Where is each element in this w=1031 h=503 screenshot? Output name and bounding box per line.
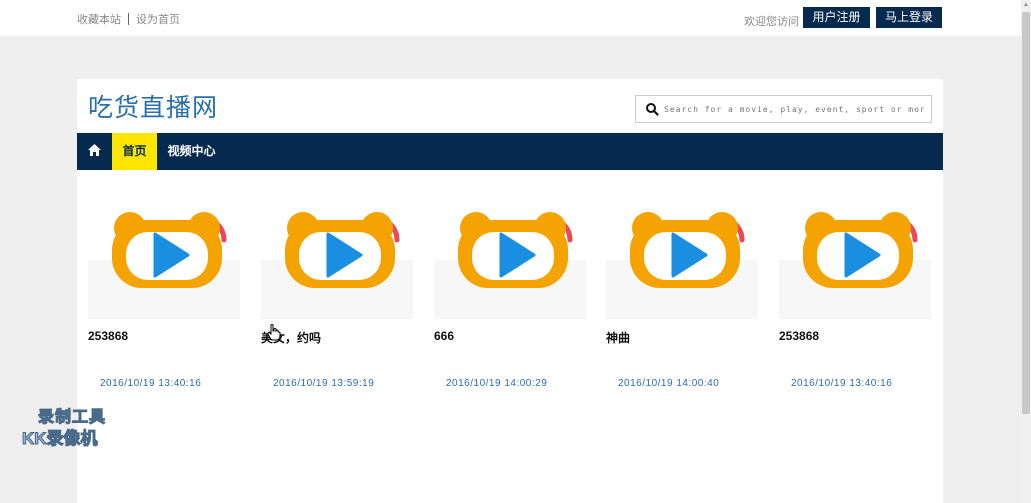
search-icon[interactable] bbox=[645, 102, 659, 116]
login-button[interactable]: 马上登录 bbox=[876, 7, 942, 28]
register-button[interactable]: 用户注册 bbox=[803, 7, 870, 28]
home-icon bbox=[88, 144, 101, 156]
video-date: 2016/10/19 13:40:16 bbox=[100, 378, 202, 389]
video-date: 2016/10/19 13:40:16 bbox=[791, 378, 893, 389]
video-card[interactable]: 253868 2016/10/19 13:40:16 bbox=[779, 188, 931, 389]
live-stream-logo-icon[interactable] bbox=[106, 190, 230, 290]
live-stream-logo-icon[interactable] bbox=[797, 190, 921, 290]
scroll-up-arrow-icon[interactable]: ▲ bbox=[1022, 2, 1030, 10]
video-title[interactable]: 666 bbox=[434, 329, 454, 343]
site-logo[interactable]: 吃货直播网 bbox=[88, 88, 218, 124]
top-bar: 收藏本站 设为首页 欢迎您访问 用户注册 马上登录 bbox=[0, 0, 1021, 36]
scrollbar[interactable]: ▲ bbox=[1021, 0, 1031, 503]
live-stream-logo-icon[interactable] bbox=[452, 190, 576, 290]
nav-home[interactable] bbox=[77, 133, 111, 170]
watermark-line2: KK录像机 bbox=[22, 429, 99, 449]
search-box[interactable] bbox=[635, 95, 932, 123]
video-date: 2016/10/19 14:00:40 bbox=[618, 378, 720, 389]
video-date: 2016/10/19 14:00:29 bbox=[446, 378, 548, 389]
welcome-text: 欢迎您访问 bbox=[744, 16, 799, 28]
scrollbar-thumb[interactable] bbox=[1022, 12, 1030, 414]
divider bbox=[128, 13, 129, 25]
live-stream-logo-icon[interactable] bbox=[624, 190, 748, 290]
video-title[interactable]: 253868 bbox=[88, 329, 128, 343]
top-links: 收藏本站 设为首页 bbox=[77, 11, 180, 27]
video-card[interactable]: 美女，约吗 2016/10/19 13:59:19 bbox=[261, 188, 413, 389]
nav-bar: 首页 视频中心 bbox=[77, 133, 943, 170]
nav-item-home[interactable]: 首页 bbox=[112, 133, 157, 170]
video-card[interactable]: 253868 2016/10/19 13:40:16 bbox=[88, 188, 240, 389]
hand-cursor-icon bbox=[267, 324, 281, 341]
video-title[interactable]: 253868 bbox=[779, 329, 819, 343]
video-card[interactable]: 神曲 2016/10/19 14:00:40 bbox=[606, 188, 758, 389]
live-stream-logo-icon[interactable] bbox=[279, 190, 403, 290]
nav-item-video-center[interactable]: 视频中心 bbox=[165, 133, 218, 170]
bookmark-link[interactable]: 收藏本站 bbox=[77, 14, 121, 26]
set-home-link[interactable]: 设为首页 bbox=[136, 14, 180, 26]
video-title[interactable]: 神曲 bbox=[606, 329, 630, 346]
video-card[interactable]: 666 2016/10/19 14:00:29 bbox=[434, 188, 586, 389]
search-input[interactable] bbox=[664, 100, 924, 118]
video-date: 2016/10/19 13:59:19 bbox=[273, 378, 375, 389]
